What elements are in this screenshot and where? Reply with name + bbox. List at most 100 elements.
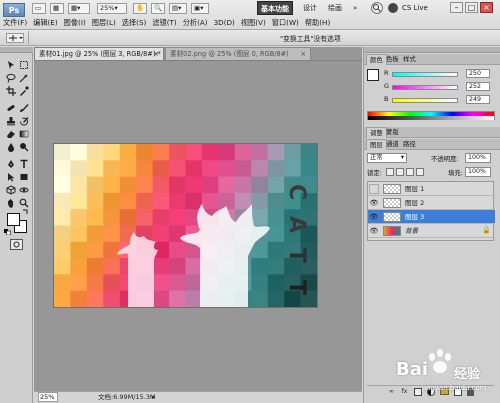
application-bar: Ps ▭ ▦ ▦▾ 25%▾ ✋ 🔍 ▤▾ ▣▾ 基本功能 设计 绘画 » CS… [0,0,500,30]
gradient-tool-icon[interactable] [18,128,30,140]
lock-pixels-icon[interactable] [396,168,404,176]
3d-rotate-tool-icon[interactable] [5,184,17,196]
status-zoom-field[interactable]: 25% [38,392,58,402]
layer-row-background[interactable]: 👁 背景 🔒 [368,224,495,238]
workspace-essentials-button[interactable]: 基本功能 [257,1,293,15]
color-panel-foreground-swatch[interactable] [367,69,379,81]
lasso-tool-icon[interactable] [5,72,17,84]
red-slider[interactable] [392,72,458,77]
brush-tool-icon[interactable] [18,102,30,114]
tab-swatches[interactable]: 色板 [383,54,402,65]
screen-mode-button[interactable]: ▣▾ [191,3,209,14]
move-tool-icon[interactable] [5,59,17,71]
menu-analysis[interactable]: 分析(A) [180,17,211,29]
zoom-tool-button[interactable]: 🔍 [151,3,165,14]
eye-icon[interactable]: 👁 [369,226,379,236]
layer-thumbnail [383,184,401,194]
healing-brush-tool-icon[interactable] [5,102,17,114]
mini-bridge-button[interactable]: ▦ [50,3,64,14]
blend-mode-dropdown[interactable]: 正常 ▾ [367,153,407,163]
menu-3d[interactable]: 3D(D) [211,17,238,29]
blue-value-field[interactable]: 249 [466,95,490,104]
image-canvas[interactable]: C A T T [54,144,317,307]
red-value-field[interactable]: 250 [466,69,490,78]
green-value-field[interactable]: 252 [466,82,490,91]
workspace-paint-button[interactable]: 绘画 [325,1,345,15]
blur-tool-icon[interactable] [5,141,17,153]
dodge-tool-icon[interactable] [18,141,30,153]
blue-slider[interactable] [392,98,458,103]
maximize-button[interactable]: □ [465,2,478,13]
menu-edit[interactable]: 编辑(E) [30,17,61,29]
menu-help[interactable]: 帮助(H) [302,17,333,29]
menu-filter[interactable]: 滤镜(T) [149,17,179,29]
mosaic-tile [86,241,104,259]
history-brush-tool-icon[interactable] [18,115,30,127]
arrange-documents-button[interactable]: ▤▾ [169,3,187,14]
foreground-color-swatch-front[interactable] [7,213,20,226]
rectangle-tool-icon[interactable] [18,171,30,183]
document-tab-active[interactable]: 素材01.jpg @ 25% (图层 3, RGB/8#) * × [34,47,164,60]
menu-file[interactable]: 文件(F) [0,17,30,29]
path-selection-tool-icon[interactable] [5,171,17,183]
lock-all-icon[interactable] [416,168,424,176]
close-button[interactable]: × [480,2,493,13]
tab-channels[interactable]: 通道 [383,139,402,150]
pen-tool-icon[interactable] [5,158,17,170]
layer-row-2[interactable]: 👁 图层 2 [368,196,495,210]
document-tab-inactive[interactable]: 素材02.png @ 25% (图层 0, RGB/8#) × [165,47,311,60]
magic-wand-tool-icon[interactable] [18,72,30,84]
search-icon[interactable] [371,2,383,14]
minimize-button[interactable]: – [450,2,463,13]
layer-row-1[interactable]: 图层 1 [368,182,495,196]
cs-live-menu[interactable]: CS Live [399,1,431,15]
watermark-brand-suffix: 经验 [454,367,481,382]
opacity-field[interactable]: 100% [465,153,491,163]
default-colors-icon[interactable] [4,229,11,236]
mosaic-tile [70,209,88,226]
red-label: R [384,69,389,77]
tools-panel-header[interactable] [0,47,33,53]
view-extras-dropdown[interactable]: ▦▾ [68,3,90,14]
tool-preset-picker[interactable] [6,33,24,43]
marquee-tool-icon[interactable] [18,59,30,71]
zoom-tool-icon[interactable] [18,197,30,209]
mosaic-tile [119,209,137,226]
mosaic-tile [300,144,317,161]
quick-mask-icon[interactable] [10,239,23,250]
eye-icon[interactable]: 👁 [369,198,379,208]
menu-view[interactable]: 视图(V) [238,17,269,29]
crop-tool-icon[interactable] [5,85,17,97]
panel-dock-header[interactable] [364,47,500,53]
clone-stamp-tool-icon[interactable] [5,115,17,127]
layer-row-3-selected[interactable]: 👁 图层 3 [368,210,495,224]
link-icon[interactable]: ∞ [388,388,396,396]
workspace-more-button[interactable]: » [350,1,360,15]
menu-select[interactable]: 选择(S) [119,17,150,29]
tab-masks[interactable]: 蒙版 [383,127,402,138]
swap-colors-icon[interactable] [22,209,29,215]
eye-icon[interactable]: 👁 [369,212,379,222]
menu-layer[interactable]: 图层(L) [89,17,119,29]
eraser-tool-icon[interactable] [5,128,17,140]
bridge-button[interactable]: ▭ [32,3,46,14]
visibility-toggle[interactable] [369,184,379,194]
type-tool-icon[interactable] [18,158,30,170]
3d-orbit-tool-icon[interactable] [18,184,30,196]
eyedropper-tool-icon[interactable] [18,85,30,97]
lock-icon: 🔒 [482,226,491,234]
status-menu-arrow-icon[interactable]: ▸ [152,392,155,403]
tab-paths[interactable]: 路径 [400,139,419,150]
color-spectrum-bar[interactable] [367,111,495,120]
fill-field[interactable]: 100% [465,167,491,177]
workspace-design-button[interactable]: 设计 [300,1,320,15]
hand-tool-button[interactable]: ✋ [133,3,147,14]
tab-styles[interactable]: 样式 [400,54,419,65]
green-slider[interactable] [392,85,458,90]
menu-window[interactable]: 窗口(W) [269,17,302,29]
menu-image[interactable]: 图像(I) [61,17,89,29]
lock-transparent-icon[interactable] [386,168,394,176]
hand-tool-icon[interactable] [5,197,17,209]
lock-position-icon[interactable] [406,168,414,176]
zoom-level-dropdown[interactable]: 25%▾ [97,3,127,14]
